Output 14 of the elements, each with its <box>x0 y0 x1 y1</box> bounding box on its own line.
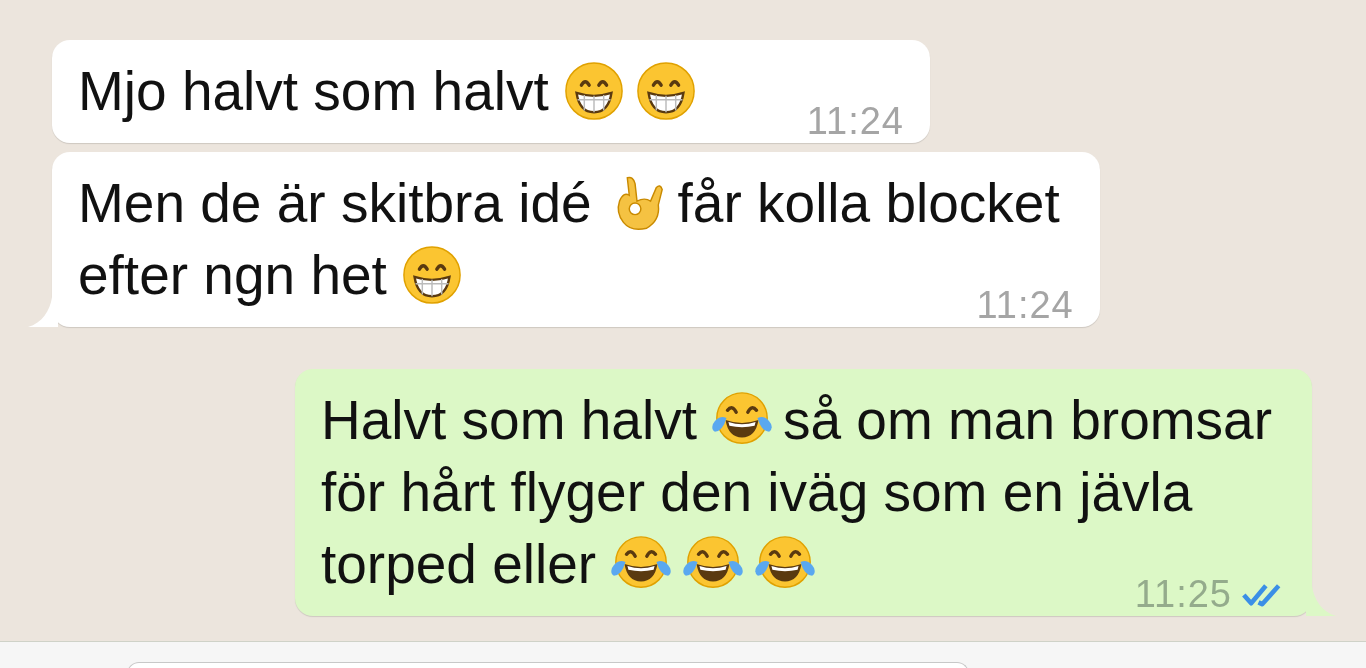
message-time: 11:24 <box>806 100 904 143</box>
message-text: Men de är skitbra idé <box>78 171 592 235</box>
message-text: för hårt flyger den iväg som en jävla <box>321 460 1193 524</box>
message-text: Mjo halvt som halvt <box>78 59 549 123</box>
message-text: så om man bromsar <box>782 388 1272 452</box>
message-time: 11:25 <box>1134 573 1232 616</box>
message-time: 11:24 <box>976 284 1074 327</box>
message-text: torped eller <box>321 532 597 596</box>
grinning-face-icon <box>400 244 463 306</box>
message-text: Halvt som halvt <box>321 388 697 452</box>
grinning-face-icon <box>634 60 697 122</box>
message-text: får kolla blocket <box>677 171 1060 235</box>
grinning-face-icon <box>562 60 625 122</box>
message-text: efter ngn het <box>78 243 387 307</box>
